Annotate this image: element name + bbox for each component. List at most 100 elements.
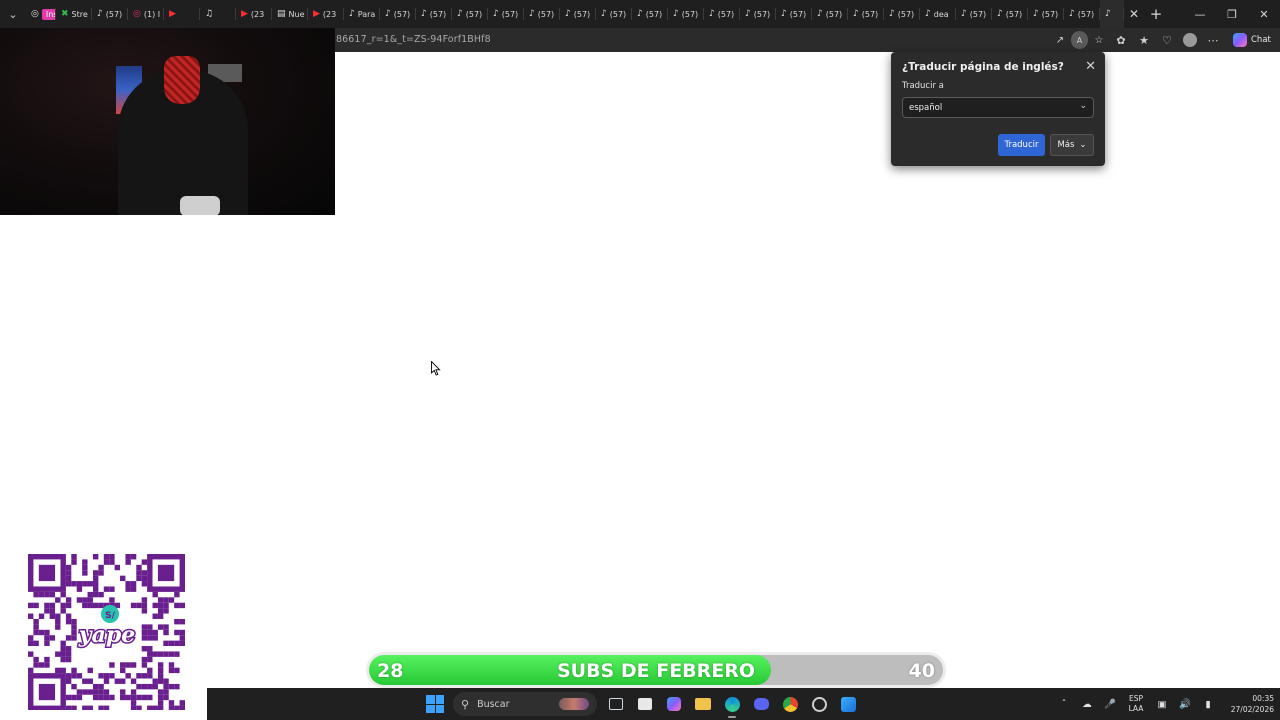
tab[interactable]: ◎Insta	[26, 0, 56, 28]
address-bar-url[interactable]: 86617_r=1&_t=ZS-94Forf1BHf8	[336, 34, 491, 45]
tab[interactable]: ◎ (1) I	[128, 0, 164, 28]
tab[interactable]: ♪ (57)	[488, 0, 524, 28]
qr-module	[130, 705, 137, 710]
qr-module	[163, 629, 169, 636]
qr-module	[141, 575, 148, 582]
file-explorer-icon[interactable]	[691, 692, 715, 716]
tab[interactable]: ♪ (57)	[416, 0, 452, 28]
translate-button[interactable]: Traducir	[998, 134, 1045, 156]
qr-module	[92, 575, 99, 582]
qr-module	[92, 570, 99, 576]
volume-icon[interactable]: 🔊	[1176, 694, 1194, 714]
qr-module	[33, 662, 39, 668]
edge-icon[interactable]	[720, 692, 744, 718]
taskbar-clock[interactable]: 00:35 27/02/2026	[1230, 693, 1274, 715]
qr-module	[87, 597, 93, 603]
qr-module	[65, 705, 72, 710]
qr-module	[120, 575, 126, 582]
qr-module	[141, 694, 148, 701]
restore-icon[interactable]: ❐	[1216, 0, 1248, 28]
browser-essentials-icon[interactable]: ♡	[1158, 31, 1176, 49]
taskbar-search[interactable]: ⚲ Buscar	[453, 692, 597, 716]
tab[interactable]: ♪	[1100, 0, 1124, 28]
qr-module	[28, 667, 34, 674]
tab[interactable]: ♪ (57)	[596, 0, 632, 28]
qr-module	[179, 602, 185, 609]
qr-module	[174, 705, 180, 710]
tiktok-icon: ♪	[781, 9, 787, 19]
language-select[interactable]: español ⌄	[902, 97, 1094, 118]
tab[interactable]: ♪ (57)	[92, 0, 128, 28]
tab[interactable]: ▶ (23	[236, 0, 272, 28]
tab[interactable]: ♪ Para	[344, 0, 380, 28]
favorites-icon[interactable]: ★	[1135, 31, 1153, 49]
chevron-down-icon: ⌄	[1079, 140, 1087, 150]
store-icon[interactable]	[633, 692, 657, 716]
tab[interactable]: ▶ (23	[308, 0, 344, 28]
tab-label: (57)	[105, 9, 123, 19]
qr-module	[28, 613, 34, 619]
tab[interactable]: ♪ (57)	[956, 0, 992, 28]
tab[interactable]: ♪ (57)	[848, 0, 884, 28]
snipping-tool-icon[interactable]	[836, 692, 860, 716]
onedrive-icon[interactable]: ☁	[1078, 694, 1096, 714]
chevron-up-icon[interactable]: ˆ	[1055, 694, 1073, 714]
tab[interactable]: ♪ (57)	[740, 0, 776, 28]
tab[interactable]: ✖ Stre	[56, 0, 92, 28]
favorite-star-icon[interactable]: ☆	[1091, 31, 1107, 49]
discord-icon[interactable]	[749, 692, 773, 716]
tab[interactable]: ♪ (57)	[704, 0, 740, 28]
tab[interactable]: ♪ (57)	[560, 0, 596, 28]
tab[interactable]: ♫	[200, 0, 236, 28]
tab[interactable]: ♪ (57)	[1028, 0, 1064, 28]
translate-icon[interactable]: A	[1071, 31, 1088, 49]
new-tab-button[interactable]: +	[1144, 0, 1168, 28]
tiktok-icon: ♪	[493, 9, 499, 19]
microphone-icon[interactable]: 🎤	[1101, 694, 1119, 714]
close-tab-icon[interactable]: ✕	[1124, 0, 1144, 28]
copilot-app-icon[interactable]	[662, 692, 686, 716]
battery-icon[interactable]: ▮	[1199, 694, 1217, 714]
qr-module	[136, 570, 142, 576]
windows-start-icon[interactable]	[426, 695, 444, 713]
copilot-chat-button[interactable]: Chat	[1233, 33, 1271, 47]
tab[interactable]: ♪ (57)	[812, 0, 848, 28]
window-close-icon[interactable]: ✕	[1248, 0, 1280, 28]
tab[interactable]: ♪ (57)	[668, 0, 704, 28]
qr-finder-pattern	[38, 683, 56, 701]
obs-icon[interactable]	[807, 692, 831, 716]
tab[interactable]: ♪ (57)	[992, 0, 1028, 28]
network-icon[interactable]: ▣	[1153, 694, 1171, 714]
qr-module	[87, 602, 93, 609]
tab[interactable]: ♪ (57)	[452, 0, 488, 28]
tab[interactable]: ♪ (57)	[632, 0, 668, 28]
tab[interactable]: ♪ (57)	[776, 0, 812, 28]
qr-module	[55, 624, 61, 630]
tab[interactable]: ♪ (57)	[524, 0, 560, 28]
qr-module	[65, 564, 72, 571]
profile-avatar[interactable]	[1181, 31, 1199, 49]
more-options-icon[interactable]: ⋯	[1204, 31, 1222, 49]
tab[interactable]: ▤ Nue	[272, 0, 308, 28]
tab[interactable]: ▶	[164, 0, 200, 28]
tab[interactable]: ♪ (57)	[1064, 0, 1100, 28]
close-icon[interactable]: ✕	[1085, 59, 1096, 74]
qr-module	[147, 673, 153, 679]
minimize-icon[interactable]: —	[1184, 0, 1216, 28]
open-in-app-icon[interactable]: ↗	[1052, 31, 1068, 49]
more-options-button[interactable]: Más ⌄	[1050, 134, 1094, 156]
extensions-icon[interactable]: ✿	[1112, 31, 1130, 49]
qr-module	[103, 586, 110, 592]
tab[interactable]: ♪ dea	[920, 0, 956, 28]
qr-module	[136, 683, 142, 690]
tiktok-icon: ♪	[637, 9, 643, 19]
tab[interactable]: ♪ (57)	[380, 0, 416, 28]
task-view-icon[interactable]	[604, 692, 628, 716]
qr-module	[103, 559, 110, 565]
input-language-indicator[interactable]: ESP LAA	[1124, 694, 1148, 714]
chrome-icon[interactable]	[778, 692, 802, 716]
qr-module	[120, 694, 126, 701]
tab[interactable]: ♪ (57)	[884, 0, 920, 28]
tab-actions-menu-icon[interactable]: ⌄	[0, 0, 26, 28]
qr-module	[141, 559, 148, 565]
